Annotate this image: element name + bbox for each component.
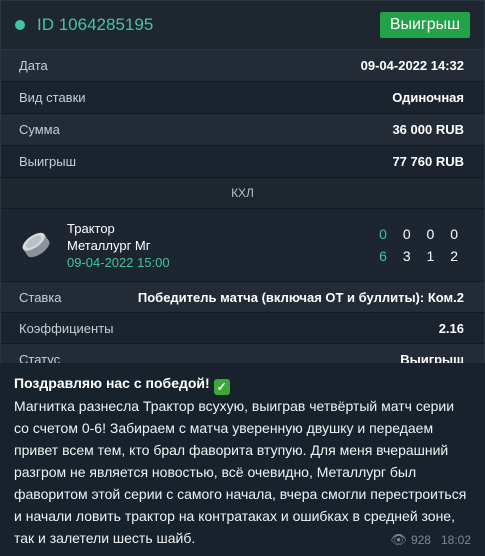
team-away: Металлург Мг	[67, 237, 151, 253]
score-total: 0	[379, 226, 393, 242]
detail-label: Дата	[19, 58, 48, 73]
score-total: 6	[379, 248, 393, 264]
detail-value: Одиночная	[392, 90, 464, 105]
post-title-text: Поздравляю нас с победой!	[14, 375, 210, 391]
odds-row: Коэффициенты 2.16	[1, 313, 484, 344]
ticket-details: Дата 09-04-2022 14:32 Вид ставки Одиночн…	[1, 50, 484, 178]
bet-value: Победитель матча (включая ОТ и буллиты):…	[137, 289, 464, 305]
score-period: 1	[426, 248, 441, 264]
detail-label: Вид ставки	[19, 90, 86, 105]
score-period: 0	[426, 226, 441, 242]
status-dot-icon	[15, 20, 25, 30]
detail-value: 77 760 RUB	[392, 154, 464, 169]
score-home: 0 0 0 0	[379, 223, 464, 245]
odds-label: Коэффициенты	[19, 320, 114, 336]
score-period: 3	[402, 248, 417, 264]
detail-row: Выигрыш 77 760 RUB	[1, 146, 484, 178]
match-teams: Трактор Металлург Мг 09-04-2022 15:00	[67, 220, 379, 271]
post-body: Магнитка разнесла Трактор всухую, выигра…	[14, 398, 467, 546]
hockey-puck-icon	[22, 232, 50, 258]
detail-value: 36 000 RUB	[392, 122, 464, 137]
score-away: 6 3 1 2	[379, 245, 464, 267]
detail-label: Сумма	[19, 122, 60, 137]
bet-label: Ставка	[19, 289, 62, 305]
detail-label: Выигрыш	[19, 154, 77, 169]
ticket-id-label: ID 1064285195	[37, 15, 154, 34]
ticket-id: ID 1064285195	[15, 15, 153, 35]
check-mark-icon: ✓	[213, 379, 230, 395]
detail-value: 09-04-2022 14:32	[360, 58, 464, 73]
team-home: Трактор	[67, 220, 115, 236]
score-period: 0	[402, 226, 417, 242]
status-badge: Выигрыш	[379, 12, 470, 38]
detail-row: Вид ставки Одиночная	[1, 82, 484, 114]
detail-row: Дата 09-04-2022 14:32	[1, 50, 484, 82]
score-period: 0	[450, 226, 464, 242]
post-time: 18:02	[440, 533, 471, 547]
bet-row: Ставка Победитель матча (включая ОТ и бу…	[1, 282, 484, 313]
league-title: КХЛ	[1, 178, 484, 209]
match-scores: 0 0 0 0 6 3 1 2	[379, 223, 464, 267]
score-period: 2	[450, 248, 464, 264]
post-message: Поздравляю нас с победой! ✓ Магнитка разн…	[0, 363, 485, 556]
ticket-header: ID 1064285195 Выигрыш	[1, 1, 484, 50]
detail-row: Сумма 36 000 RUB	[1, 114, 484, 146]
odds-value: 2.16	[438, 320, 464, 336]
view-count: 928	[410, 533, 431, 547]
post-meta: 👁 928 18:02	[390, 532, 471, 548]
post-title: Поздравляю нас с победой! ✓	[14, 373, 471, 395]
match-row: Трактор Металлург Мг 09-04-2022 15:00 0 …	[1, 209, 484, 282]
match-datetime: 09-04-2022 15:00	[67, 254, 170, 270]
eye-icon: 👁	[390, 532, 407, 547]
